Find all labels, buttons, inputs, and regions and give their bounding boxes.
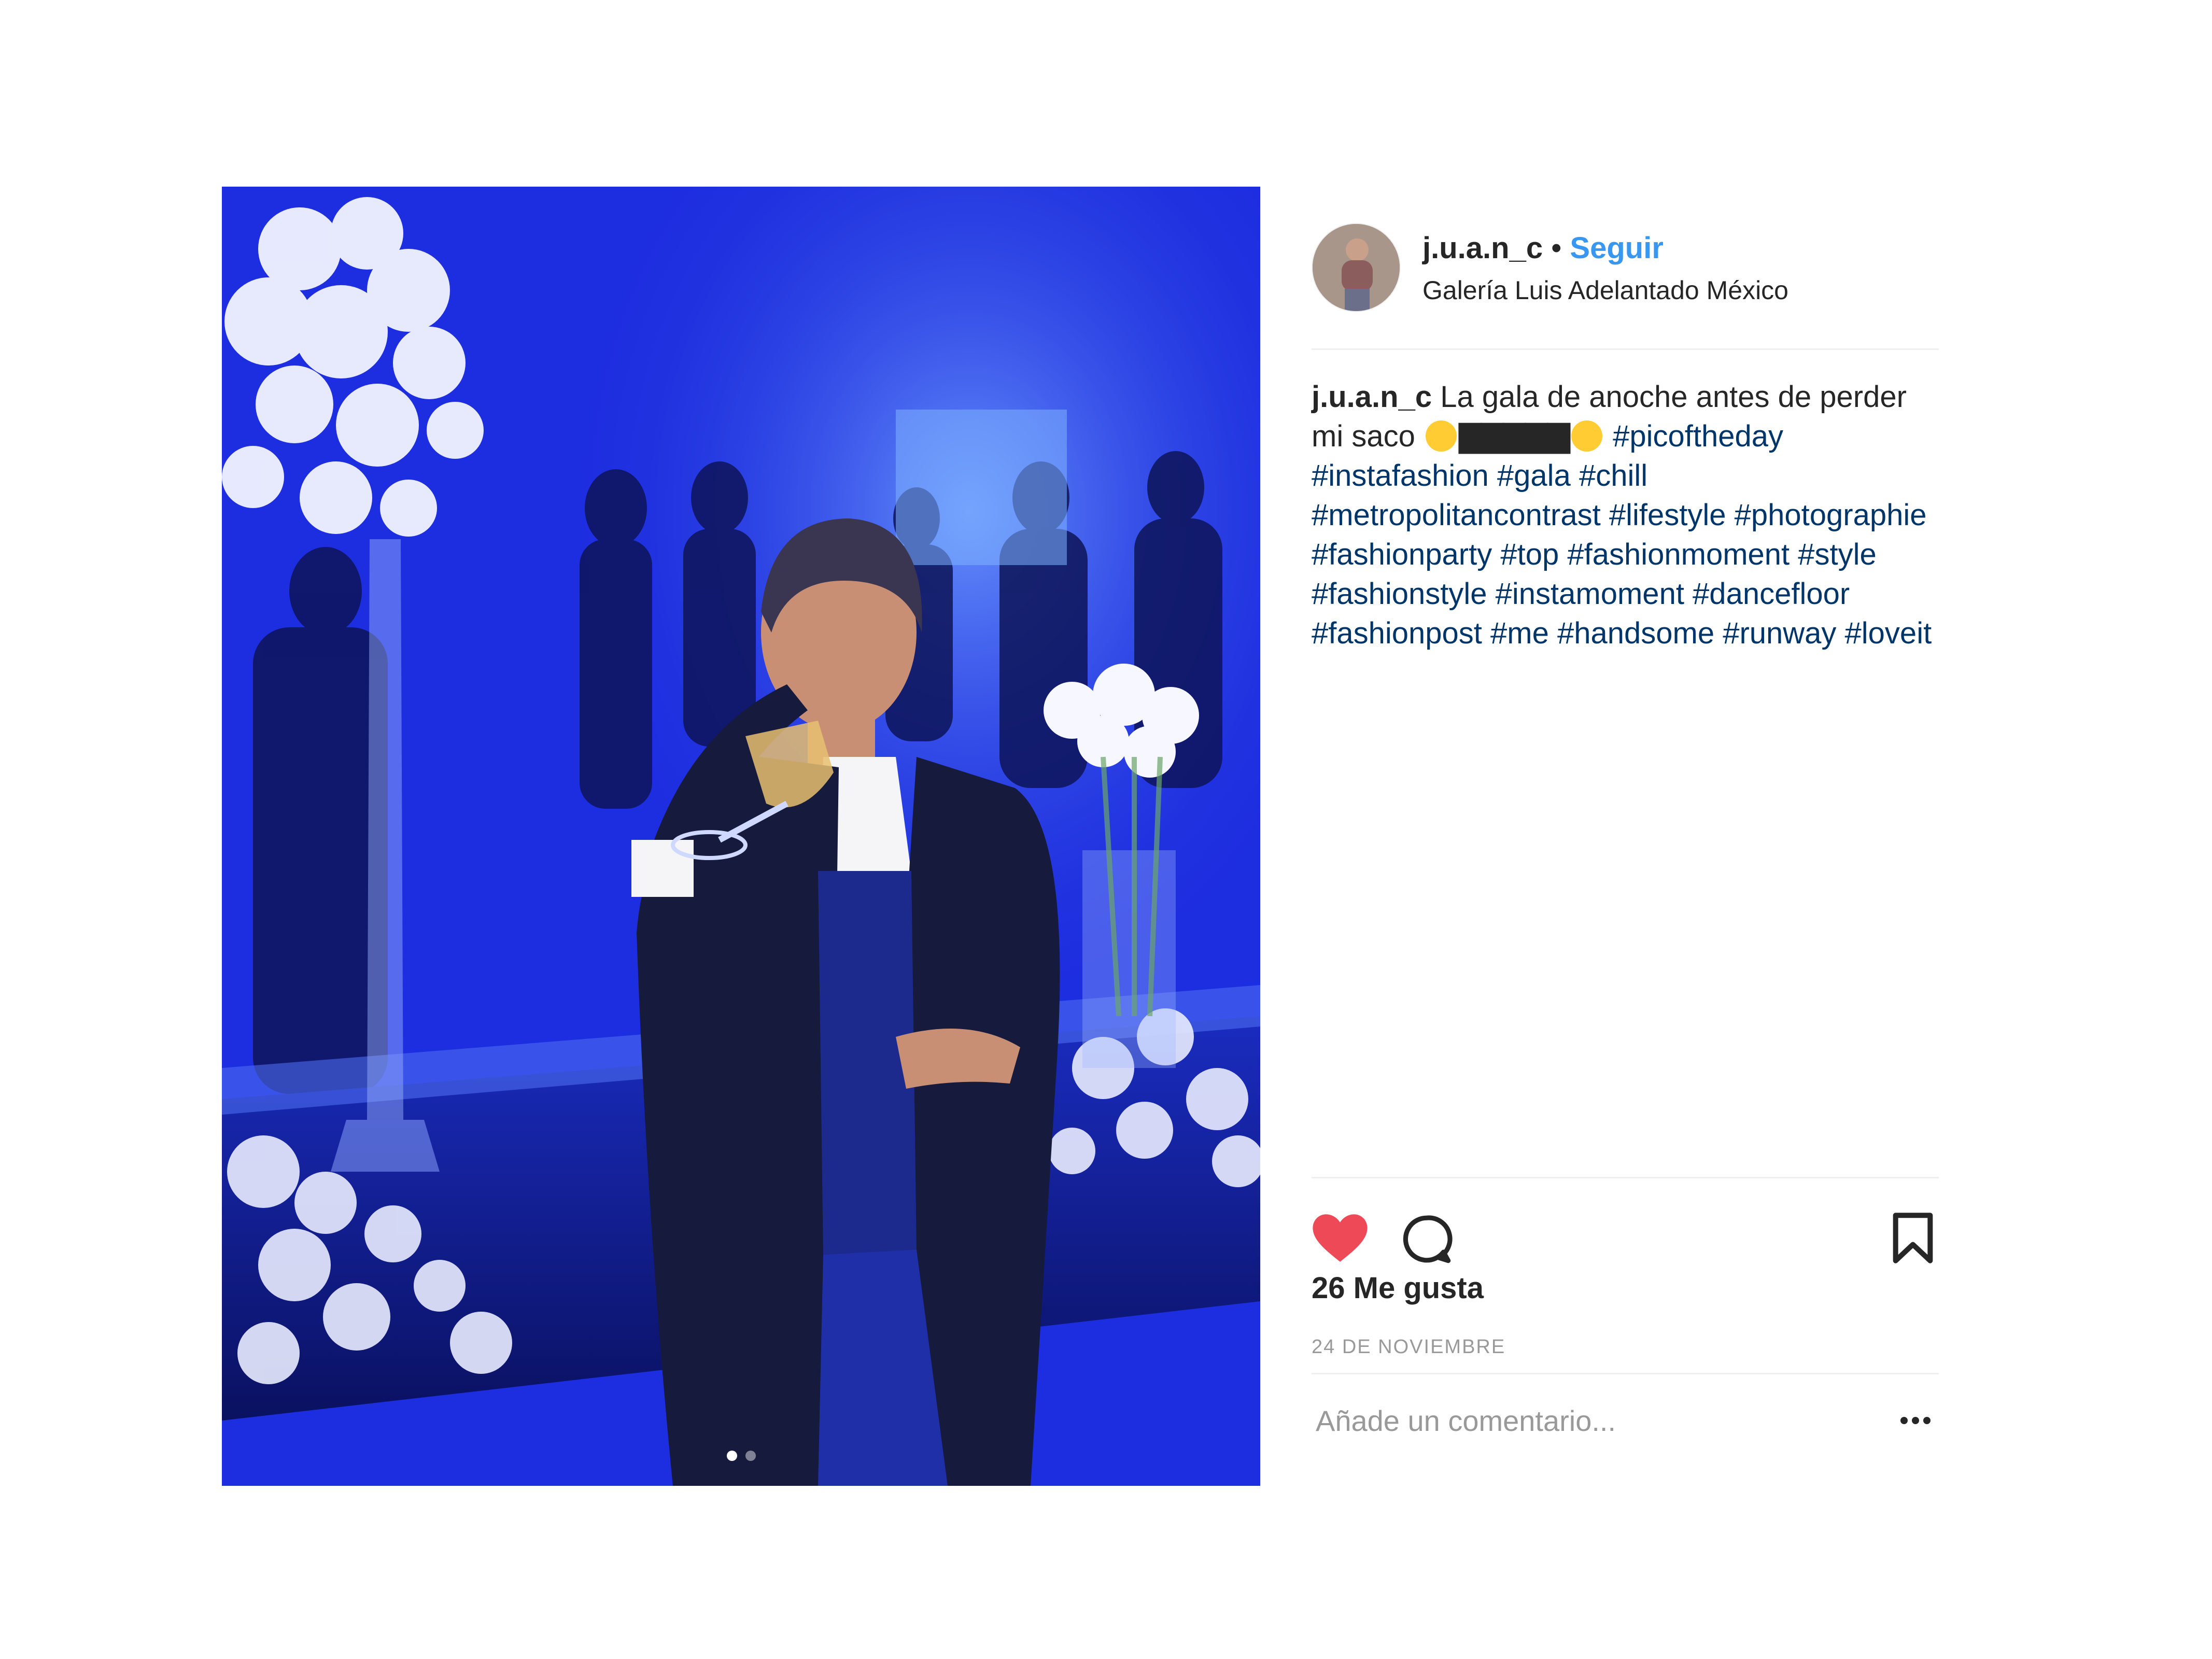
page: j.u.a.n_c • Seguir Galería Luis Adelantado…	[0, 0, 2212, 1659]
follow-button[interactable]: Seguir	[1570, 231, 1664, 265]
post-header: j.u.a.n_c • Seguir Galería Luis Adelantado…	[1312, 187, 1939, 350]
avatar-image	[1313, 224, 1400, 311]
username-link[interactable]: j.u.a.n_c	[1422, 231, 1543, 265]
post-details-panel: j.u.a.n_c • Seguir Galería Luis Adelantado…	[1312, 187, 1939, 1486]
post-caption: j.u.a.n_c La gala de anoche antes de per…	[1312, 377, 1939, 653]
heart-icon[interactable]	[1312, 1213, 1369, 1266]
avatar[interactable]	[1312, 223, 1401, 312]
rolling-eyes-emoji-icon	[1425, 420, 1457, 452]
post-photo[interactable]	[222, 187, 1260, 1486]
header-user-row: j.u.a.n_c • Seguir	[1422, 230, 1664, 266]
sweat-smile-emoji-icon	[1571, 420, 1602, 452]
dot	[1912, 1417, 1919, 1424]
caption-username[interactable]: j.u.a.n_c	[1312, 380, 1432, 414]
more-options-icon[interactable]	[1892, 1402, 1939, 1439]
post-actions	[1312, 1192, 1939, 1263]
comment-icon[interactable]	[1401, 1213, 1453, 1268]
carousel-dot-active	[726, 1451, 737, 1461]
comment-divider	[1312, 1373, 1939, 1374]
separator-dot: •	[1551, 231, 1562, 265]
caption-hashtags[interactable]: #picoftheday #instafashion #gala #chill …	[1312, 419, 1932, 650]
dot	[1923, 1417, 1931, 1424]
dot	[1900, 1417, 1908, 1424]
caption-blocks: ▇▇▇▇▇	[1458, 419, 1570, 453]
likes-count[interactable]: 26 Me gusta	[1312, 1270, 1484, 1306]
comment-input[interactable]	[1312, 1389, 1861, 1452]
carousel-dot	[745, 1451, 756, 1461]
bookmark-icon[interactable]	[1891, 1212, 1935, 1267]
post-date: 24 DE NOVIEMBRE	[1312, 1336, 1506, 1358]
actions-divider	[1312, 1177, 1939, 1178]
carousel-indicator	[222, 1451, 1260, 1461]
party-scene-illustration	[222, 187, 1260, 1486]
header-divider	[1312, 348, 1939, 350]
location-link[interactable]: Galería Luis Adelantado México	[1422, 275, 1788, 306]
